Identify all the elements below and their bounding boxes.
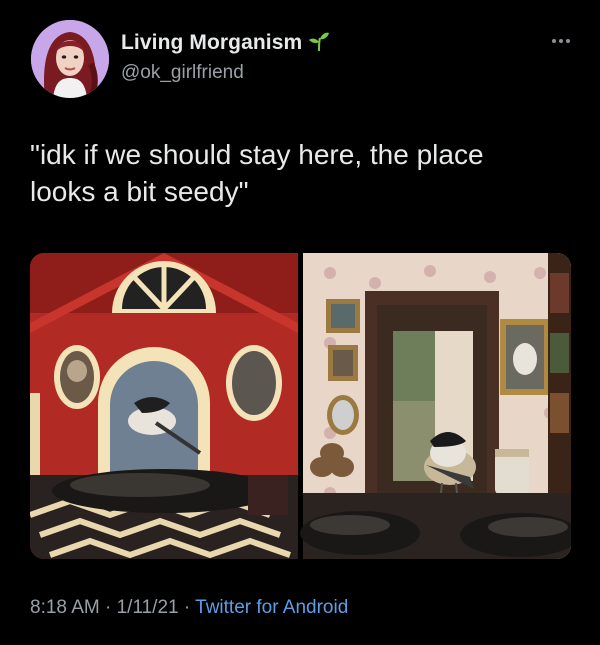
media-grid [30, 253, 571, 559]
avatar-illustration [31, 20, 109, 98]
avatar[interactable] [31, 20, 109, 98]
sprout-icon [309, 32, 330, 52]
tweet-card: Living Morganism @ok_girlfriend "idk if … [0, 0, 600, 645]
tweet-source-link[interactable]: Twitter for Android [195, 597, 348, 618]
media-divider [298, 253, 303, 559]
meta-separator: · [99, 597, 117, 618]
tweet-text: "idk if we should stay here, the place l… [30, 139, 484, 207]
tweet-media[interactable] [30, 253, 571, 559]
tweet-date[interactable]: 1/11/21 [117, 597, 179, 618]
tweet-time[interactable]: 8:18 AM [30, 597, 100, 618]
user-handle[interactable]: @ok_girlfriend [121, 62, 244, 84]
dot [552, 39, 556, 43]
display-name[interactable]: Living Morganism [121, 30, 330, 55]
tweet-meta: 8:18 AM · 1/11/21 · Twitter for Android [30, 597, 348, 619]
dot [566, 39, 570, 43]
red-birdhouse-photo[interactable] [30, 253, 298, 559]
dollhouse-room-chickadee-photo[interactable] [300, 253, 571, 559]
display-name-text: Living Morganism [121, 31, 303, 54]
dot [559, 39, 563, 43]
meta-separator: · [178, 597, 196, 618]
more-options-icon[interactable] [549, 34, 573, 48]
